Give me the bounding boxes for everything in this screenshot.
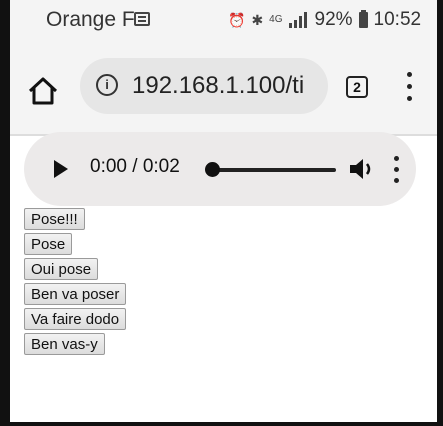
status-bar: Orange F ⏰ ✱ 4G 92% 10:52	[10, 0, 437, 38]
alarm-icon: ⏰	[228, 12, 246, 28]
button-pose-excl[interactable]: Pose!!!	[24, 208, 85, 230]
home-icon[interactable]	[26, 74, 60, 108]
seek-bar[interactable]	[212, 168, 336, 172]
button-ben-vas-y[interactable]: Ben vas-y	[24, 333, 105, 355]
status-icons: ⏰ ✱ 4G 92% 10:52	[228, 8, 421, 32]
battery-icon	[358, 10, 368, 28]
sound-buttons: Pose!!! Pose Oui pose Ben va poser Va fa…	[24, 208, 127, 355]
info-icon[interactable]: i	[96, 74, 118, 96]
network-type-icon: 4G	[269, 14, 283, 25]
tab-switcher-button[interactable]: 2	[346, 76, 368, 98]
device-frame-left	[0, 0, 10, 426]
audio-time: 0:00 / 0:02	[90, 156, 180, 177]
volume-icon[interactable]	[348, 156, 378, 182]
signal-icon	[288, 12, 309, 28]
audio-menu-icon[interactable]	[392, 156, 402, 184]
battery-percent: 92%	[314, 9, 353, 30]
menu-dots-icon[interactable]	[402, 72, 416, 102]
button-oui-pose[interactable]: Oui pose	[24, 258, 99, 280]
url-text[interactable]: 192.168.1.100/ti	[132, 72, 304, 100]
device-frame-right	[437, 0, 443, 426]
device-frame-bottom	[0, 422, 443, 426]
message-icon	[134, 12, 150, 26]
carrier-name: Orange F	[46, 8, 135, 31]
bluetooth-icon: ✱	[251, 12, 264, 28]
button-va-faire-dodo[interactable]: Va faire dodo	[24, 308, 127, 330]
clock: 10:52	[373, 9, 422, 30]
button-ben-va-poser[interactable]: Ben va poser	[24, 283, 127, 305]
button-pose[interactable]: Pose	[24, 233, 73, 255]
audio-player: 0:00 / 0:02	[24, 132, 416, 206]
play-icon[interactable]	[54, 160, 68, 178]
address-bar[interactable]: i 192.168.1.100/ti	[80, 58, 328, 114]
browser-toolbar: i 192.168.1.100/ti 2	[10, 38, 437, 136]
seek-thumb[interactable]	[205, 162, 220, 177]
